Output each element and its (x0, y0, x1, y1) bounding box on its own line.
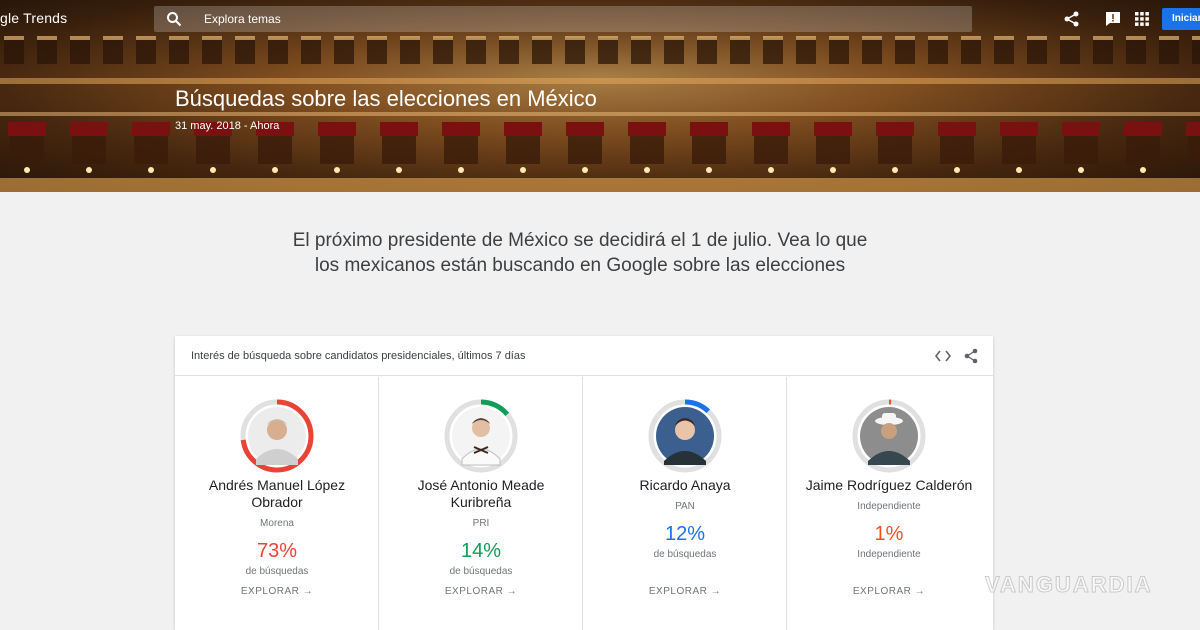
feedback-icon[interactable] (1104, 10, 1122, 28)
card-share-icon[interactable] (964, 348, 978, 364)
search-percent: 12% (664, 523, 706, 545)
candidate-party: Morena (260, 518, 294, 529)
candidate-party: Independiente (857, 501, 921, 512)
search-bar[interactable]: Explora temas (154, 6, 972, 32)
candidate-name: Andrés Manuel López Obrador (208, 477, 346, 510)
candidate-party: PRI (472, 518, 490, 529)
candidate-card-rodriguez[interactable]: Jaime Rodríguez Calderón Independiente 1… (787, 377, 991, 630)
explore-link[interactable]: EXPLORAR → (797, 586, 981, 597)
page-title: Búsquedas sobre las elecciones en México (175, 86, 597, 111)
search-share-ring (852, 399, 926, 473)
search-percent: 73% (256, 540, 298, 562)
signin-button[interactable]: Iniciar (1162, 8, 1200, 30)
candidate-card-lopez-obrador[interactable]: Andrés Manuel López Obrador Morena 73% d… (175, 377, 379, 630)
search-share-label: de búsquedas (245, 566, 309, 577)
date-range: 31 may. 2018 - Ahora (175, 120, 280, 132)
explore-link[interactable]: EXPLORAR → (593, 586, 777, 597)
candidate-card-meade[interactable]: José Antonio Meade Kuribreña PRI 14% de … (379, 377, 583, 630)
card-title: Interés de búsqueda sobre candidatos pre… (191, 350, 526, 362)
search-share-ring (240, 399, 314, 473)
explore-link[interactable]: EXPLORAR → (185, 586, 369, 597)
candidate-name: José Antonio Meade Kuribreña (417, 477, 545, 510)
candidate-name: Jaime Rodríguez Calderón (805, 477, 973, 493)
search-share-label: de búsquedas (449, 566, 513, 577)
search-share-ring (444, 399, 518, 473)
intro-text: El próximo presidente de México se decid… (292, 230, 868, 276)
app-logo[interactable]: gle Trends (0, 10, 67, 26)
top-bar: gle Trends Explora temas Iniciar (0, 0, 1200, 38)
search-share-ring (648, 399, 722, 473)
embed-code-icon[interactable] (935, 349, 951, 363)
explore-link[interactable]: EXPLORAR → (389, 586, 573, 597)
watermark-logo: VANGUARDIA (984, 572, 1153, 598)
search-input[interactable]: Explora temas (204, 12, 281, 26)
apps-grid-icon[interactable] (1133, 10, 1151, 28)
search-percent: 1% (874, 523, 904, 545)
candidate-party: PAN (675, 501, 695, 512)
candidates-card: Interés de búsqueda sobre candidatos pre… (175, 336, 993, 630)
search-icon[interactable] (166, 11, 182, 27)
search-percent: 14% (460, 540, 502, 562)
hero-banner: gle Trends Explora temas Iniciar Búsqued… (0, 0, 1200, 192)
candidate-card-anaya[interactable]: Ricardo Anaya PAN 12% de búsquedas EXPLO… (583, 377, 787, 630)
share-icon[interactable] (1063, 10, 1081, 28)
search-share-label: de búsquedas (653, 549, 717, 560)
search-share-label: Independiente (857, 549, 921, 560)
candidate-name: Ricardo Anaya (639, 477, 731, 493)
card-header: Interés de búsqueda sobre candidatos pre… (175, 336, 993, 376)
